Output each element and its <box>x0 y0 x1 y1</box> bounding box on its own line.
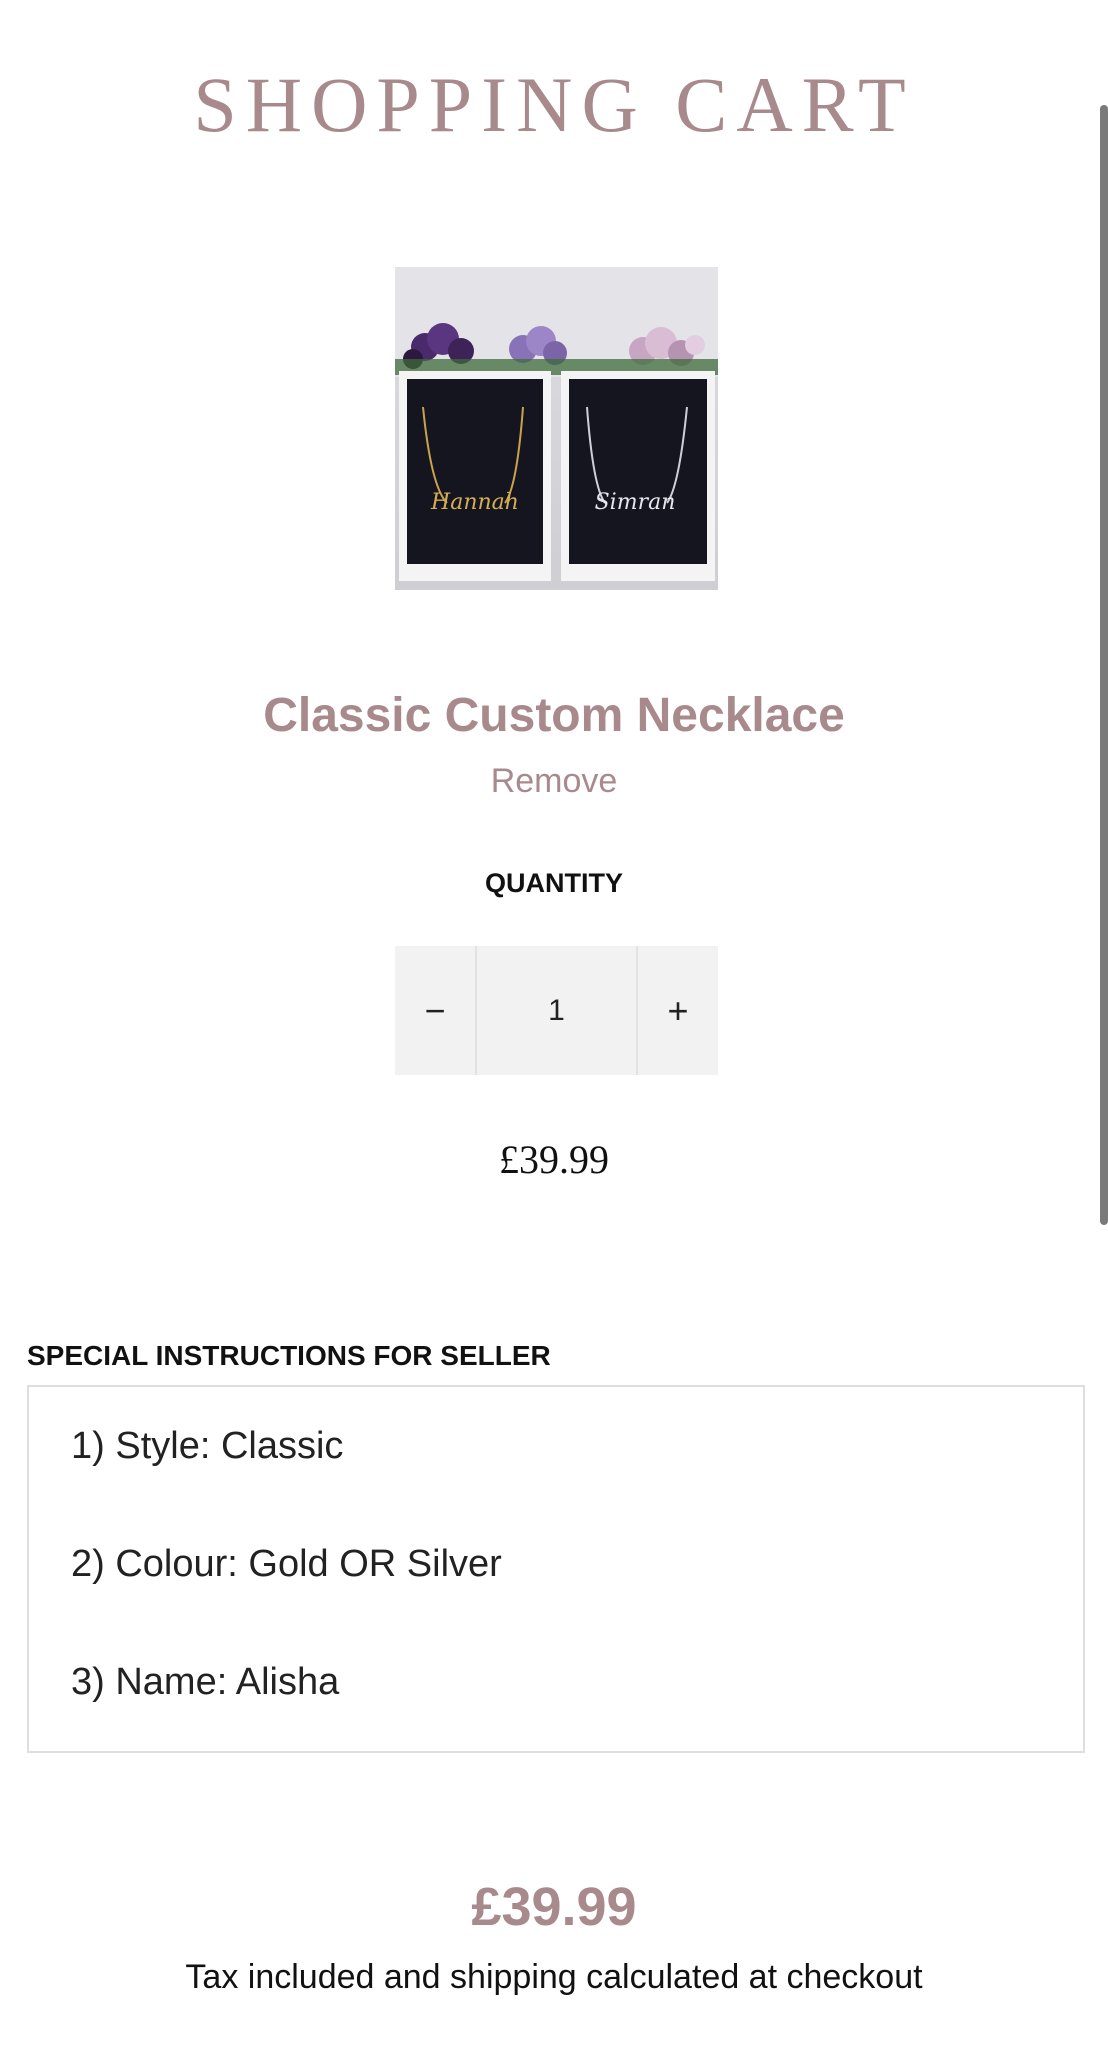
svg-text:Hannah: Hannah <box>430 490 519 515</box>
special-instructions-textarea[interactable]: 1) Style: Classic 2) Colour: Gold OR Sil… <box>27 1385 1085 1753</box>
scrollbar[interactable] <box>1100 105 1108 1225</box>
quantity-input[interactable]: 1 <box>477 946 636 1075</box>
cart-total: £39.99 <box>471 1877 637 1937</box>
quantity-stepper: − 1 + <box>395 946 718 1075</box>
tax-note: Tax included and shipping calculated at … <box>185 1958 923 1996</box>
increment-button[interactable]: + <box>636 946 718 1075</box>
instruction-line: 2) Colour: Gold OR Silver <box>71 1543 502 1585</box>
item-price: £39.99 <box>499 1137 609 1182</box>
decrement-button[interactable]: − <box>395 946 477 1075</box>
product-image[interactable]: Hannah Simran <box>395 267 718 590</box>
product-name[interactable]: Classic Custom Necklace <box>0 688 1108 743</box>
instruction-line: 3) Name: Alisha <box>71 1661 340 1703</box>
svg-text:Simran: Simran <box>595 490 676 515</box>
flowers-decoration <box>395 267 718 377</box>
special-instructions-label: SPECIAL INSTRUCTIONS FOR SELLER <box>27 1340 551 1371</box>
page-title: SHOPPING CART <box>193 61 915 148</box>
instruction-line: 1) Style: Classic <box>71 1425 344 1467</box>
remove-link[interactable]: Remove <box>0 762 1108 801</box>
quantity-label: QUANTITY <box>485 868 623 898</box>
necklace-box-right: Simran <box>561 371 715 581</box>
necklace-box-left: Hannah <box>399 371 551 581</box>
